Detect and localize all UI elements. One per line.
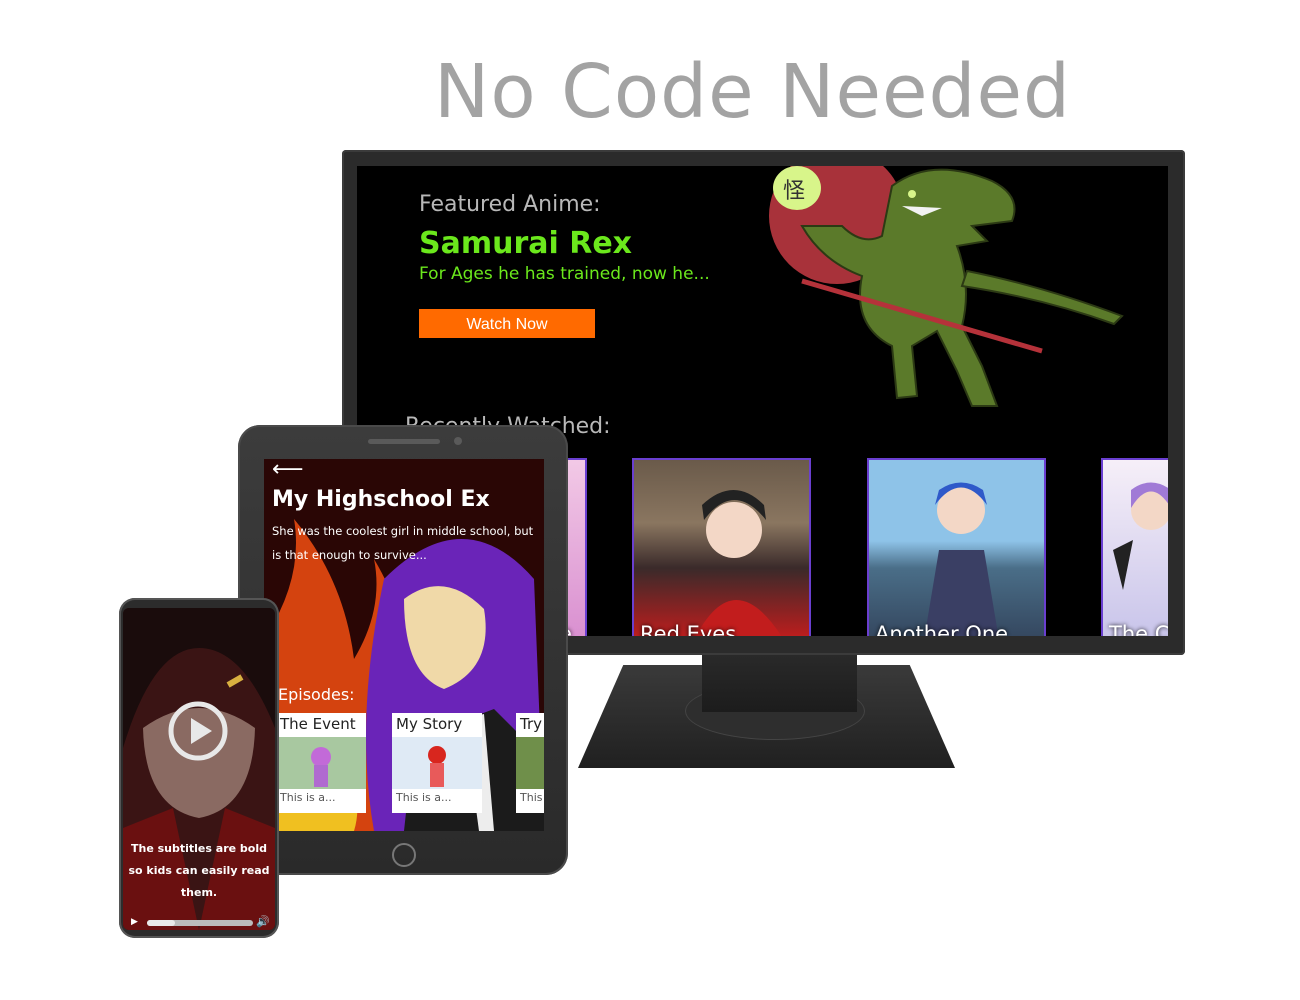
poster-art <box>1113 482 1168 590</box>
dinosaur-samurai-illustration: 怪 <box>769 166 1124 407</box>
phone-screen: The subtitles are bold so kids can easil… <box>123 608 275 930</box>
recent-poster[interactable]: Red Eyes <box>632 458 811 636</box>
play-video-icon[interactable] <box>167 700 229 762</box>
tablet-screen: ⟵ My Highschool Ex She was the coolest g… <box>264 459 544 831</box>
poster-title: The C <box>1109 622 1168 636</box>
episode-title: My Story <box>396 715 463 733</box>
video-progress-fill <box>147 920 175 926</box>
episode-thumbnail <box>276 737 366 789</box>
monitor-stand-neck <box>702 652 857 712</box>
episode-thumbnail <box>392 737 482 789</box>
recent-poster[interactable]: The C <box>1101 458 1168 636</box>
poster-title: Red Eyes <box>640 622 737 636</box>
episode-description: This <box>520 791 543 804</box>
tablet-speaker <box>368 439 440 444</box>
poster-art <box>924 482 999 636</box>
play-icon[interactable]: ▶ <box>131 917 138 927</box>
back-arrow-icon[interactable]: ⟵ <box>272 459 304 482</box>
tablet-home-button[interactable] <box>392 843 416 867</box>
episode-title: The Event <box>280 715 356 733</box>
episodes-label: Episodes: <box>278 685 355 704</box>
poster-art <box>696 490 782 636</box>
episode-card[interactable]: Try This <box>516 713 544 813</box>
show-description: She was the coolest girl in middle schoo… <box>272 524 534 562</box>
tablet-camera <box>454 437 462 445</box>
show-title: My Highschool Ex <box>272 487 490 512</box>
episode-title: Try <box>520 715 543 733</box>
episode-card[interactable]: My Story This is a... <box>392 713 482 813</box>
watch-now-button[interactable]: Watch Now <box>419 309 595 338</box>
episode-description: This is a... <box>280 791 336 804</box>
featured-description: For Ages he has trained, now he... <box>419 264 710 284</box>
volume-icon[interactable]: 🔊 <box>256 915 270 928</box>
video-subtitle: The subtitles are bold so kids can easil… <box>128 842 270 899</box>
episode-description: This is a... <box>396 791 452 804</box>
featured-label: Featured Anime: <box>419 192 601 217</box>
headline: No Code Needed <box>434 49 1072 135</box>
poster-title: Another One <box>875 622 1009 636</box>
episode-thumbnail <box>516 737 544 789</box>
featured-title[interactable]: Samurai Rex <box>419 226 632 261</box>
svg-text:怪: 怪 <box>783 179 805 204</box>
episode-card[interactable]: The Event This is a... <box>276 713 366 813</box>
recent-poster[interactable]: Another One <box>867 458 1046 636</box>
